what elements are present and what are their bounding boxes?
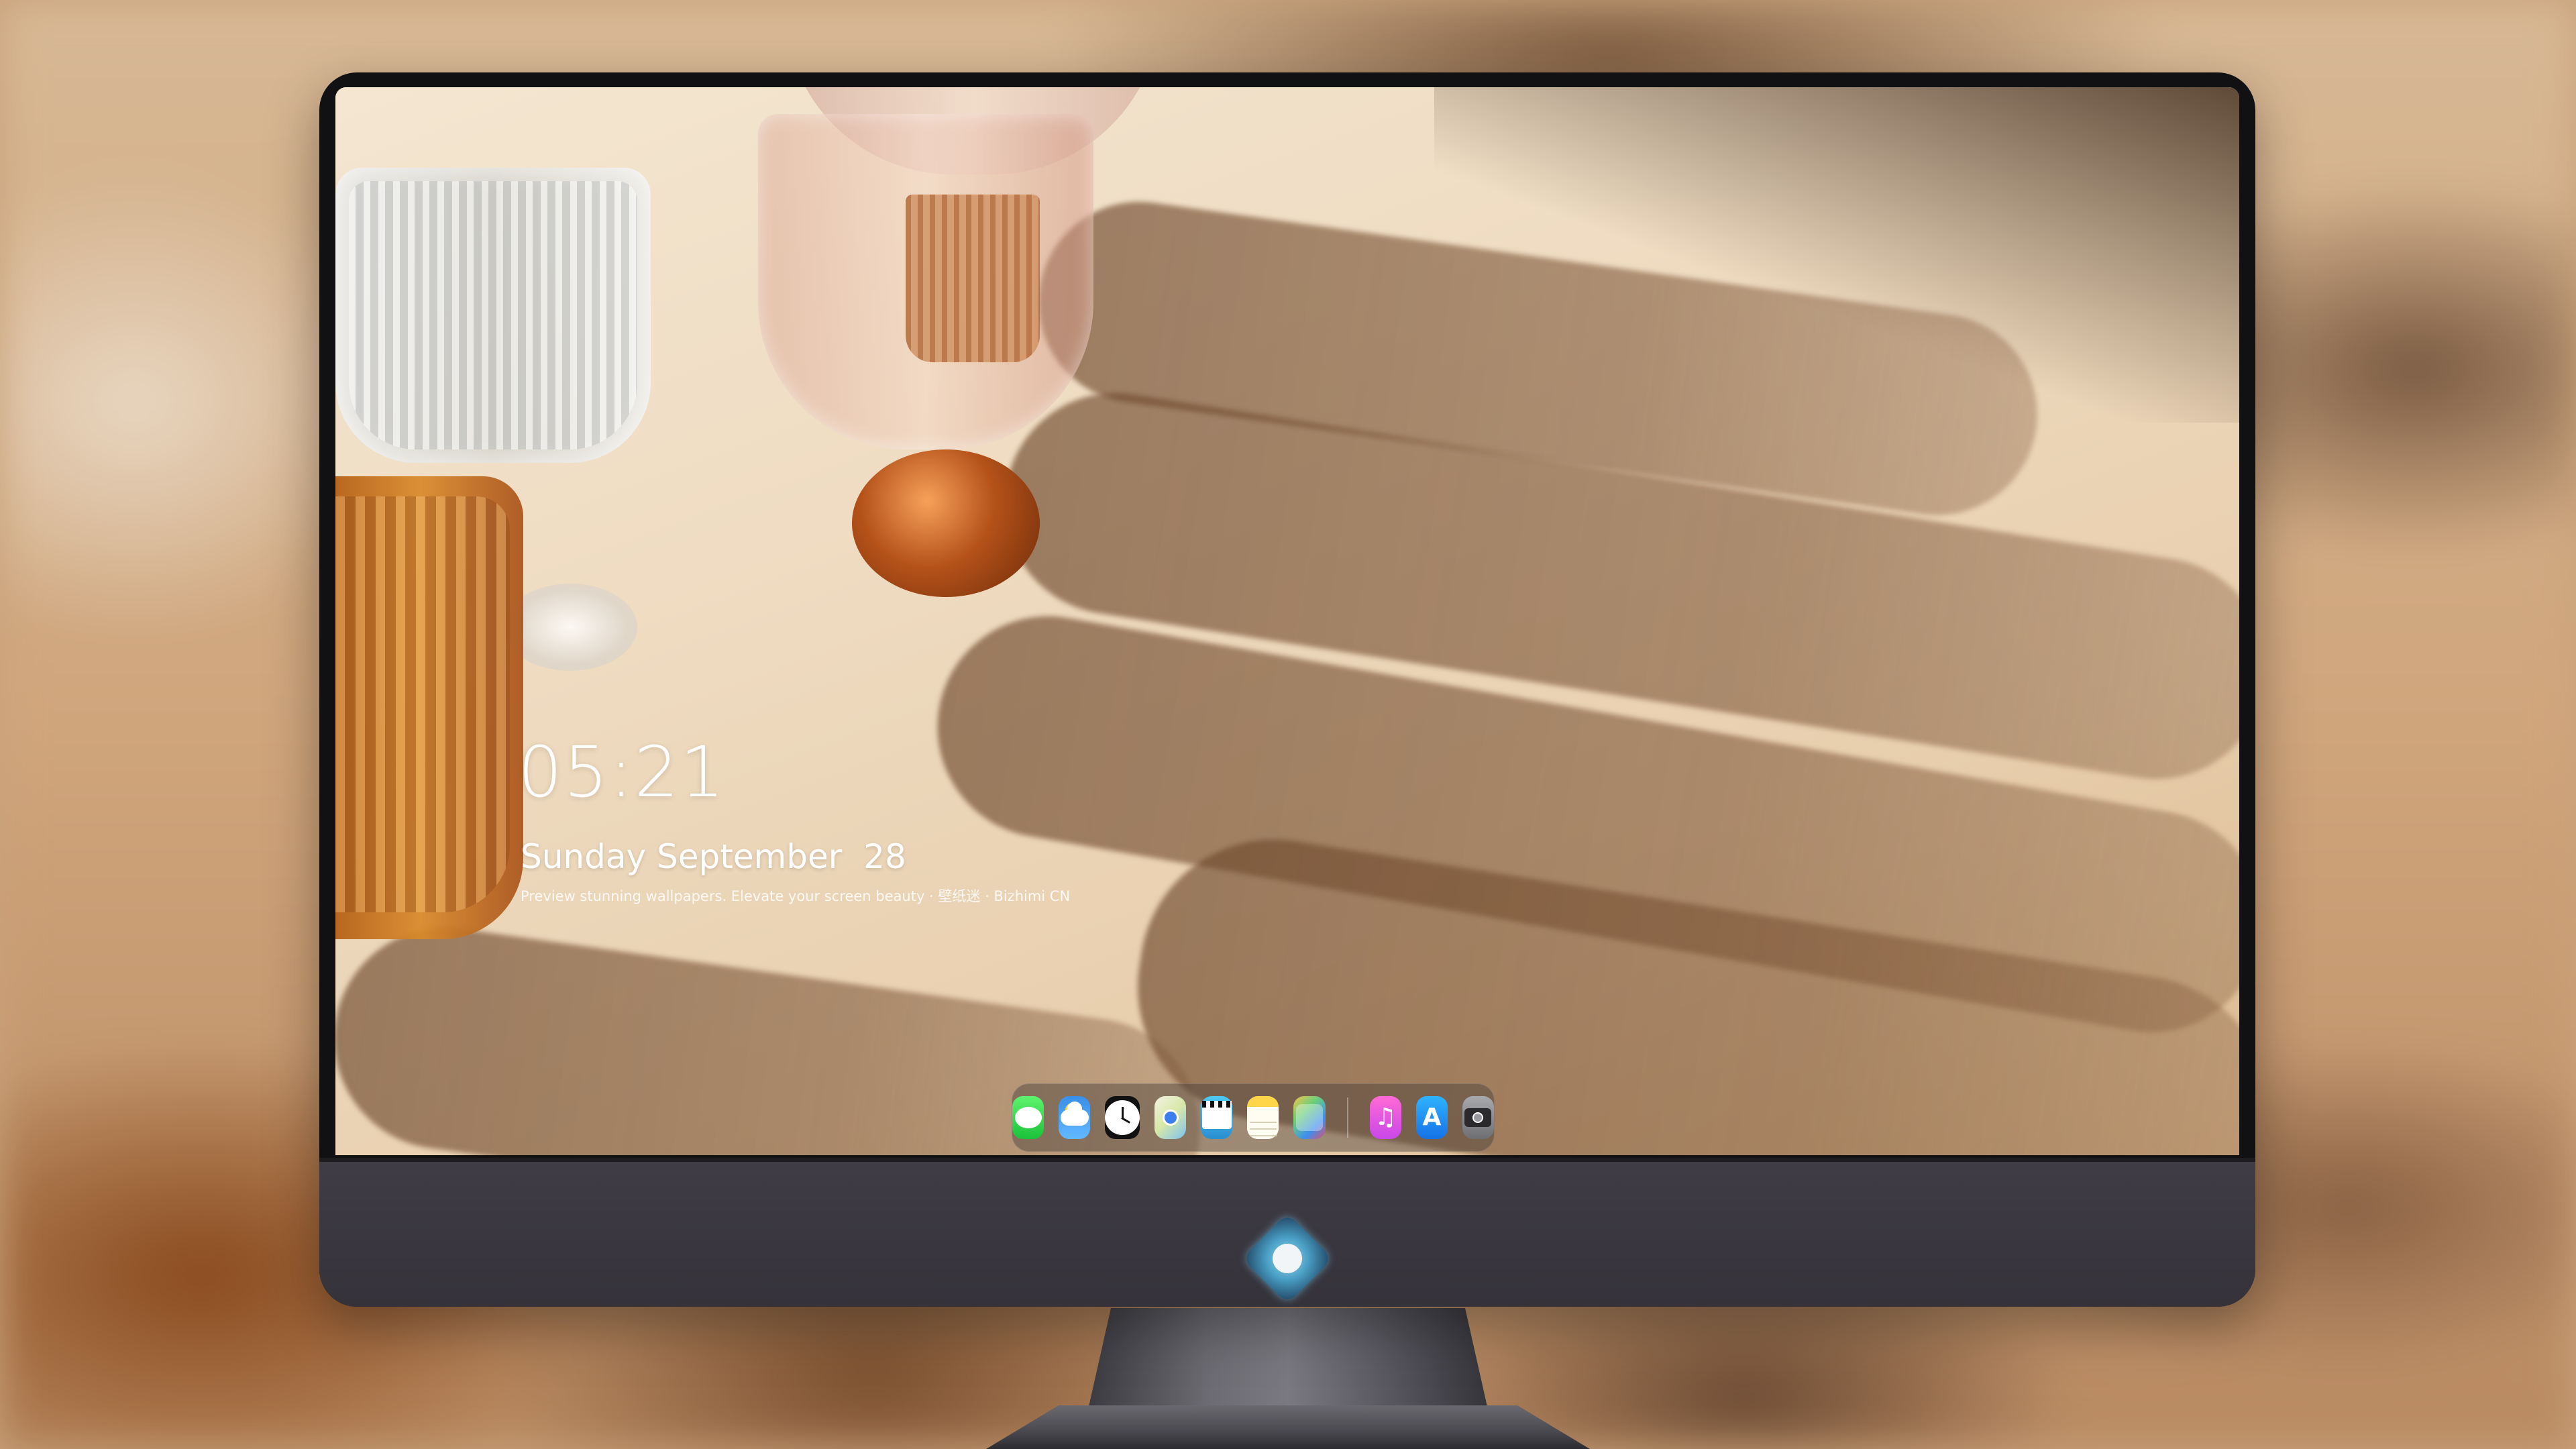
- brand-logo: [1242, 1213, 1333, 1304]
- monitor-stand-neck: [1087, 1308, 1489, 1415]
- dock: ♫ A: [1012, 1083, 1495, 1152]
- app-store-icon: A: [1422, 1104, 1442, 1131]
- monitor: 05:21 Sunday September 28 Preview stunni…: [319, 72, 2255, 1307]
- lock-screen-time: 05:21: [518, 731, 726, 813]
- photo-booth-app-button[interactable]: [1293, 1096, 1326, 1139]
- lock-screen-date: Sunday September 28: [521, 837, 906, 876]
- wallpaper-glass-foot: [503, 584, 637, 671]
- wallpaper-goblet-stem: [906, 195, 1040, 362]
- app-store-button[interactable]: A: [1415, 1096, 1448, 1139]
- clips-app-button[interactable]: [1201, 1096, 1233, 1139]
- wallpaper-amber-glass: [335, 476, 523, 939]
- lock-screen[interactable]: 05:21 Sunday September 28 Preview stunni…: [335, 87, 2239, 1155]
- maps-icon: [1162, 1110, 1179, 1126]
- mascot-icon: [1273, 1244, 1302, 1273]
- weather-app-button[interactable]: [1059, 1096, 1091, 1139]
- maps-app-button[interactable]: [1155, 1096, 1187, 1139]
- messages-icon: [1014, 1107, 1042, 1128]
- weather-icon: [1060, 1102, 1089, 1126]
- music-icon: ♫: [1375, 1104, 1397, 1131]
- notes-icon: [1249, 1122, 1277, 1123]
- camera-app-button[interactable]: [1462, 1096, 1495, 1139]
- monitor-chin: [319, 1158, 2255, 1307]
- dock-separator: [1346, 1097, 1348, 1138]
- wallpaper-caption: Preview stunning wallpapers. Elevate you…: [521, 888, 1071, 904]
- messages-app-button[interactable]: [1012, 1096, 1044, 1139]
- video-icon: [1201, 1101, 1232, 1129]
- notes-app-button[interactable]: [1247, 1096, 1279, 1139]
- camera-icon: [1464, 1108, 1492, 1127]
- wallpaper-clear-glass: [335, 168, 651, 463]
- photos-icon: [1296, 1104, 1323, 1131]
- clock-icon: [1105, 1100, 1140, 1135]
- monitor-stand-base: [986, 1405, 1590, 1449]
- music-app-button[interactable]: ♫: [1369, 1096, 1401, 1139]
- clock-app-button[interactable]: [1105, 1096, 1140, 1139]
- wallpaper-goblet-base: [852, 449, 1040, 597]
